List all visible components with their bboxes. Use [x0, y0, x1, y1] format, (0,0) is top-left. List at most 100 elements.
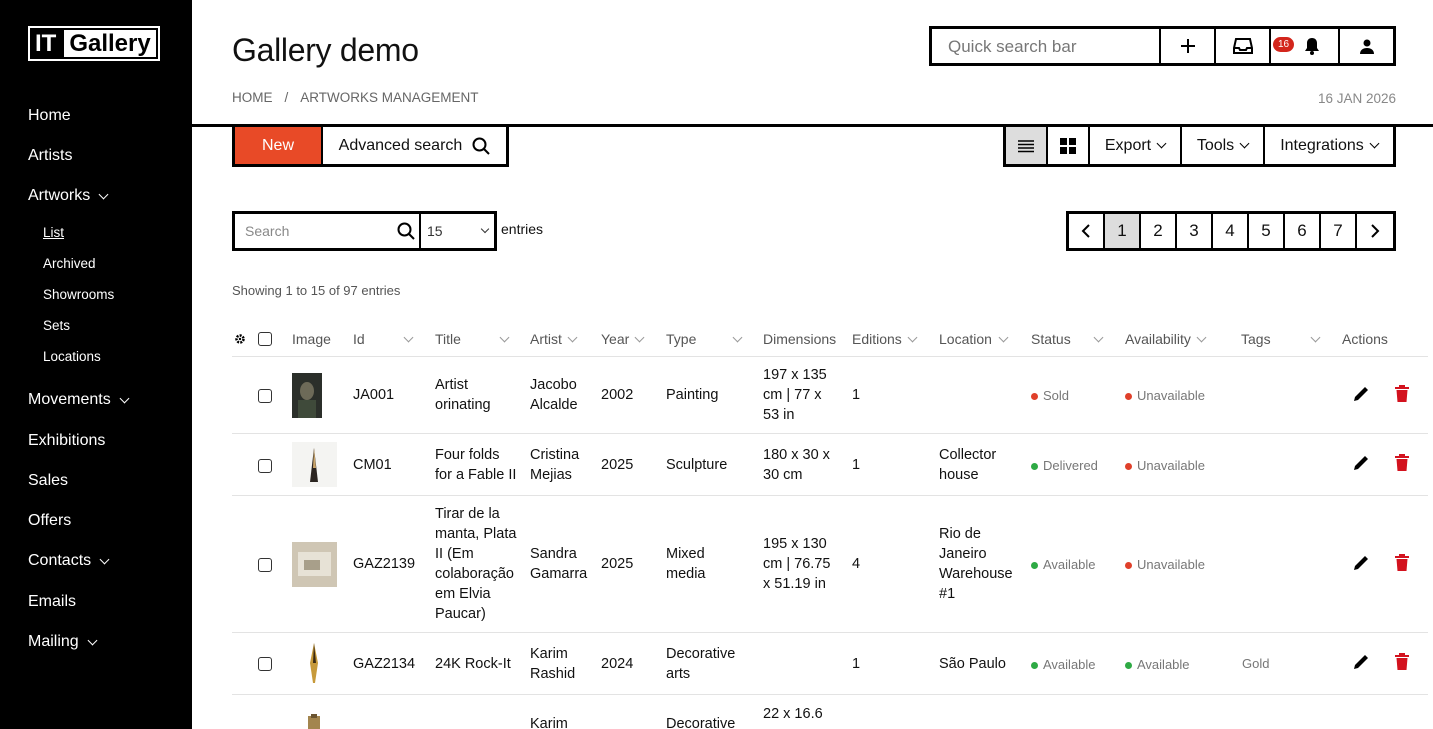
integrations-dropdown[interactable]: Integrations — [1265, 127, 1393, 164]
list-view-button[interactable] — [1006, 127, 1048, 164]
sidebar-subitem-list[interactable]: List — [43, 225, 64, 240]
select-all-checkbox[interactable] — [258, 332, 272, 346]
advanced-search-button[interactable]: Advanced search — [323, 127, 506, 164]
breadcrumb-home[interactable]: HOME — [232, 90, 273, 105]
delete-icon[interactable] — [1395, 454, 1409, 471]
sidebar-subitem-locations[interactable]: Locations — [43, 349, 101, 364]
sidebar-item-artists[interactable]: Artists — [28, 147, 72, 165]
page-size-select[interactable]: 15 — [421, 214, 494, 248]
artwork-thumbnail[interactable] — [292, 442, 337, 487]
column-header-image: Image — [292, 331, 331, 347]
notifications-badge: 16 — [1273, 37, 1295, 52]
column-header-location[interactable]: Location — [939, 331, 1011, 347]
artwork-thumbnail[interactable] — [304, 714, 324, 729]
artwork-thumbnail[interactable] — [292, 542, 337, 587]
artwork-year: 2002 — [601, 387, 634, 403]
sidebar-item-home[interactable]: Home — [28, 107, 71, 125]
artwork-artist: Karim — [530, 716, 568, 729]
export-label: Export — [1104, 136, 1152, 154]
page-button-6[interactable]: 6 — [1285, 214, 1321, 248]
table-search-input[interactable]: Search — [235, 214, 421, 248]
sidebar-subitem-showrooms[interactable]: Showrooms — [43, 287, 114, 302]
pagination: 1 2 3 4 5 6 7 — [1066, 211, 1396, 251]
delete-icon[interactable] — [1395, 554, 1409, 571]
availability-badge: Unavailable — [1125, 386, 1205, 406]
table-row[interactable]: GAZ2134 24K Rock-It Karim Rashid 2024 Dec… — [232, 633, 1428, 695]
artwork-title: Four folds for a Fable II — [435, 447, 517, 483]
column-header-availability[interactable]: Availability — [1125, 331, 1207, 347]
artwork-title: 24K Rock-It — [435, 656, 511, 672]
artwork-id: GAZ2134 — [353, 656, 416, 672]
delete-icon[interactable] — [1395, 653, 1409, 670]
chevron-down-icon — [1156, 138, 1167, 149]
row-checkbox[interactable] — [258, 459, 272, 473]
page-size-value: 15 — [427, 223, 443, 239]
column-header-type[interactable]: Type — [666, 331, 744, 347]
artwork-thumbnail[interactable] — [292, 641, 337, 686]
user-button[interactable] — [1340, 29, 1393, 63]
table-row[interactable]: GAZ2139 Tirar de la manta, Plata II (Em col… — [232, 496, 1428, 633]
page-button-7[interactable]: 7 — [1321, 214, 1357, 248]
artwork-thumbnail[interactable] — [292, 373, 322, 418]
edit-icon[interactable] — [1352, 653, 1370, 671]
row-checkbox[interactable] — [258, 657, 272, 671]
tools-dropdown[interactable]: Tools — [1182, 127, 1265, 164]
sidebar-item-offers[interactable]: Offers — [28, 512, 71, 530]
edit-icon[interactable] — [1352, 554, 1370, 572]
notifications-button[interactable]: 16 — [1271, 29, 1340, 63]
page-button-3[interactable]: 3 — [1177, 214, 1213, 248]
table-row[interactable]: CM01 Four folds for a Fable II Cristina Me… — [232, 434, 1428, 496]
add-button[interactable] — [1161, 29, 1216, 63]
artwork-type: Sculpture — [666, 457, 728, 473]
quick-search-input[interactable]: Quick search bar — [932, 29, 1161, 63]
new-button[interactable]: New — [235, 127, 323, 164]
column-header-artist[interactable]: Artist — [530, 331, 580, 347]
sidebar-item-artworks[interactable]: Artworks — [28, 187, 109, 205]
row-checkbox[interactable] — [258, 558, 272, 572]
delete-icon[interactable] — [1395, 385, 1409, 402]
sidebar-item-movements[interactable]: Movements — [28, 391, 130, 409]
column-header-year[interactable]: Year — [601, 331, 647, 347]
column-label: Actions — [1342, 331, 1388, 347]
page-button-1[interactable]: 1 — [1105, 214, 1141, 248]
sidebar-subitem-sets[interactable]: Sets — [43, 318, 70, 333]
column-label: Year — [601, 331, 630, 347]
chevron-down-icon — [119, 393, 130, 403]
sidebar-item-contacts[interactable]: Contacts — [28, 552, 110, 570]
previous-page-button[interactable] — [1069, 214, 1105, 248]
column-label: Title — [435, 331, 461, 347]
chevron-down-icon — [98, 189, 109, 199]
grid-view-button[interactable] — [1048, 127, 1090, 164]
entries-label: entries — [501, 221, 544, 237]
column-header-id[interactable]: Id — [353, 331, 414, 347]
status-dot — [1031, 561, 1038, 569]
artwork-artist: Cristina Mejias — [530, 447, 580, 483]
artwork-type: Painting — [666, 387, 719, 403]
page-button-4[interactable]: 4 — [1213, 214, 1249, 248]
column-header-tags[interactable]: Tags — [1241, 331, 1321, 347]
column-header-editions[interactable]: Editions — [852, 331, 920, 347]
page-button-2[interactable]: 2 — [1141, 214, 1177, 248]
user-icon — [1359, 39, 1374, 54]
row-checkbox[interactable] — [258, 389, 272, 403]
gear-icon[interactable] — [234, 333, 246, 345]
sidebar-item-mailing[interactable]: Mailing — [28, 633, 98, 651]
sidebar-subitem-archived[interactable]: Archived — [43, 256, 96, 271]
edit-icon[interactable] — [1352, 385, 1370, 403]
column-label: Type — [666, 331, 697, 347]
sidebar-item-exhibitions[interactable]: Exhibitions — [28, 432, 105, 450]
column-header-title[interactable]: Title — [435, 331, 510, 347]
table-row[interactable]: JA001 Artist orinating Jacobo Alcalde 2002… — [232, 357, 1428, 434]
sidebar-item-emails[interactable]: Emails — [28, 593, 76, 611]
sidebar-item-label: Offers — [28, 512, 72, 529]
table-row[interactable]: Karim Decorative 22 x 16.6 — [232, 696, 1428, 729]
sidebar-item-sales[interactable]: Sales — [28, 472, 68, 490]
artwork-location: São Paulo — [939, 656, 1006, 672]
export-dropdown[interactable]: Export — [1090, 127, 1182, 164]
app-logo[interactable]: IT Gallery — [28, 26, 160, 61]
inbox-button[interactable] — [1216, 29, 1271, 63]
edit-icon[interactable] — [1352, 454, 1370, 472]
column-header-status[interactable]: Status — [1031, 331, 1105, 347]
page-button-5[interactable]: 5 — [1249, 214, 1285, 248]
next-page-button[interactable] — [1357, 214, 1393, 248]
